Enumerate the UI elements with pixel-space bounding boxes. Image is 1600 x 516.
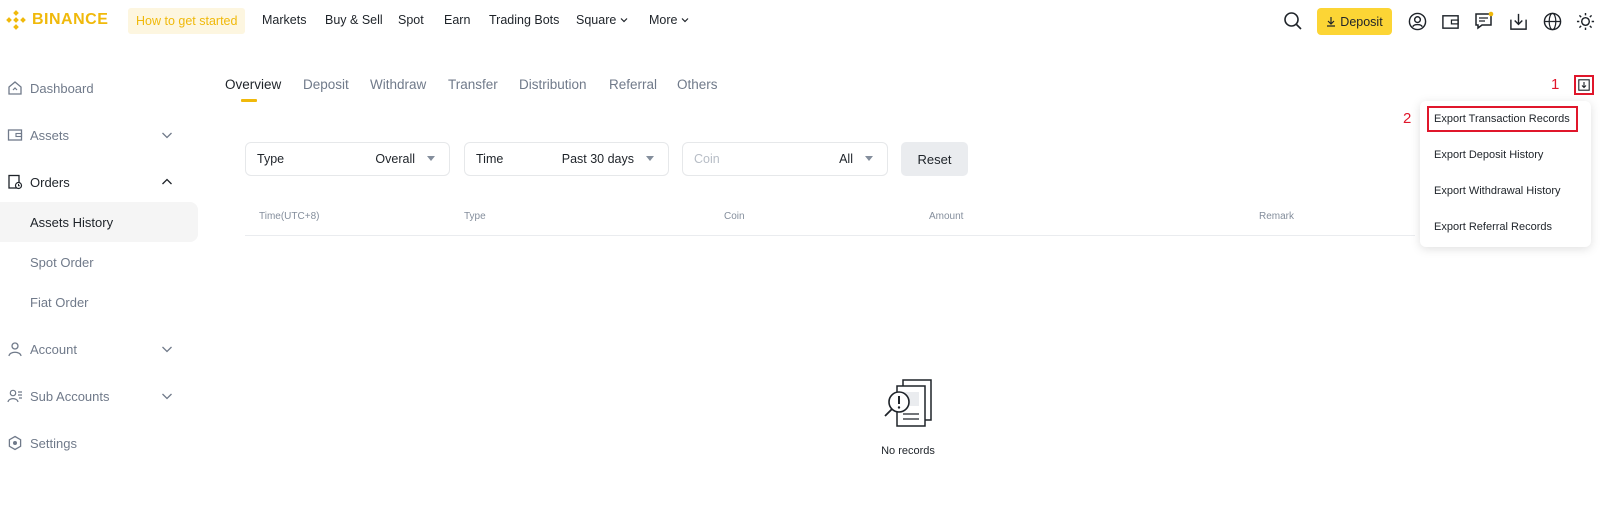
column-header-coin: Coin xyxy=(724,211,745,222)
language-button[interactable] xyxy=(1542,11,1562,31)
nav-square[interactable]: Square xyxy=(576,13,629,27)
download-icon xyxy=(1509,13,1527,30)
export-button[interactable] xyxy=(1574,75,1594,95)
sidebar-item-account[interactable]: Account xyxy=(0,329,198,369)
nav-trading-bots[interactable]: Trading Bots xyxy=(489,13,559,27)
chevron-down-icon xyxy=(682,18,689,23)
download-app-button[interactable] xyxy=(1508,11,1528,31)
sidebar-item-label: Sub Accounts xyxy=(30,388,110,404)
tab-withdraw[interactable]: Withdraw xyxy=(370,77,426,92)
download-arrow-icon xyxy=(1327,17,1336,27)
sidebar-item-label: Spot Order xyxy=(30,254,94,270)
home-icon xyxy=(8,81,22,95)
user-icon xyxy=(8,342,22,357)
sidebar-item-label: Assets History xyxy=(30,214,114,230)
sun-icon xyxy=(1576,12,1594,30)
sidebar-item-label: Assets xyxy=(30,127,70,143)
annotation-step-1: 1 xyxy=(1551,76,1560,93)
caret-down-icon xyxy=(427,156,435,161)
chevron-down-icon xyxy=(162,132,172,139)
table-header-divider xyxy=(245,235,1415,236)
no-records-icon xyxy=(884,379,932,427)
chevron-down-icon xyxy=(620,18,628,23)
chevron-down-icon xyxy=(162,346,172,353)
annotation-step-2: 2 xyxy=(1403,110,1412,127)
nav-buy-sell[interactable]: Buy & Sell xyxy=(325,13,383,27)
coin-filter-placeholder: Coin xyxy=(694,152,720,166)
type-filter-value: Overall xyxy=(375,152,415,166)
language-icon xyxy=(1543,12,1561,30)
orders-icon xyxy=(8,174,23,190)
nav-spot[interactable]: Spot xyxy=(398,13,424,27)
sidebar-item-fiat-order[interactable]: Fiat Order xyxy=(0,282,198,322)
tab-deposit[interactable]: Deposit xyxy=(303,77,349,92)
tab-distribution[interactable]: Distribution xyxy=(519,77,587,92)
menu-item-export-transaction-records[interactable]: Export Transaction Records xyxy=(1434,113,1570,125)
search-icon xyxy=(1284,12,1302,30)
chevron-down-icon xyxy=(162,393,172,400)
wallet-button[interactable] xyxy=(1440,11,1460,31)
sidebar-item-spot-order[interactable]: Spot Order xyxy=(0,242,198,282)
coin-filter-select[interactable]: Coin All xyxy=(682,142,888,176)
chevron-up-icon xyxy=(162,178,172,185)
brand-name: BINANCE xyxy=(32,11,109,28)
wallet-icon xyxy=(7,129,23,141)
sidebar-item-assets-history[interactable]: Assets History xyxy=(0,202,198,242)
nav-square-label: Square xyxy=(576,13,617,27)
deposit-button[interactable]: Deposit xyxy=(1317,8,1392,35)
menu-item-export-withdrawal-history[interactable]: Export Withdrawal History xyxy=(1434,185,1561,197)
column-header-amount: Amount xyxy=(929,211,964,222)
type-filter-select[interactable]: Type Overall xyxy=(245,142,450,176)
reset-button[interactable]: Reset xyxy=(901,142,968,176)
sidebar-item-dashboard[interactable]: Dashboard xyxy=(0,68,198,108)
sidebar-item-sub-accounts[interactable]: Sub Accounts xyxy=(0,376,198,416)
nav-more-label: More xyxy=(649,13,678,27)
no-records-text: No records xyxy=(881,445,935,457)
tab-referral[interactable]: Referral xyxy=(609,77,657,92)
messages-button[interactable] xyxy=(1474,11,1494,31)
profile-button[interactable] xyxy=(1407,11,1427,31)
sidebar-item-label: Dashboard xyxy=(30,80,94,96)
sidebar-item-assets[interactable]: Assets xyxy=(0,115,198,155)
time-filter-select[interactable]: Time Past 30 days xyxy=(464,142,669,176)
search-button[interactable] xyxy=(1283,11,1303,31)
messages-icon xyxy=(1475,11,1494,30)
active-tab-indicator xyxy=(241,99,257,102)
tab-transfer[interactable]: Transfer xyxy=(448,77,498,92)
type-filter-label: Type xyxy=(257,152,285,166)
export-download-icon xyxy=(1578,79,1590,91)
sidebar-item-settings[interactable]: Settings xyxy=(0,423,198,463)
deposit-button-label: Deposit xyxy=(1340,14,1383,29)
column-header-remark: Remark xyxy=(1259,211,1295,222)
caret-down-icon xyxy=(646,156,654,161)
wallet-icon xyxy=(1441,14,1459,29)
menu-item-export-referral-records[interactable]: Export Referral Records xyxy=(1434,221,1552,233)
theme-toggle-button[interactable] xyxy=(1575,11,1595,31)
caret-down-icon xyxy=(865,156,873,161)
time-filter-label: Time xyxy=(476,152,504,166)
menu-item-export-deposit-history[interactable]: Export Deposit History xyxy=(1434,149,1543,161)
tab-overview[interactable]: Overview xyxy=(225,77,281,92)
sidebar-item-label: Orders xyxy=(30,174,70,190)
profile-icon xyxy=(1408,12,1426,30)
nav-markets[interactable]: Markets xyxy=(262,13,306,27)
sidebar-item-label: Fiat Order xyxy=(30,294,89,310)
sidebar-item-label: Account xyxy=(30,341,77,357)
column-header-time: Time(UTC+8) xyxy=(259,211,320,222)
sub-accounts-icon xyxy=(7,389,22,403)
time-filter-value: Past 30 days xyxy=(561,152,634,166)
binance-logo-icon xyxy=(6,10,26,30)
column-header-type: Type xyxy=(464,211,486,222)
how-to-get-started-button[interactable]: How to get started xyxy=(128,8,246,34)
top-navigation: BINANCE How to get started Markets Buy &… xyxy=(0,0,1600,42)
nav-more[interactable]: More xyxy=(649,13,690,27)
binance-logo[interactable]: BINANCE xyxy=(6,10,108,30)
coin-filter-value: All xyxy=(839,152,853,166)
tab-others[interactable]: Others xyxy=(677,77,718,92)
nav-earn[interactable]: Earn xyxy=(444,13,470,27)
export-dropdown-menu: Export Transaction Records Export Deposi… xyxy=(1420,101,1591,247)
sidebar-item-orders[interactable]: Orders xyxy=(0,162,198,202)
